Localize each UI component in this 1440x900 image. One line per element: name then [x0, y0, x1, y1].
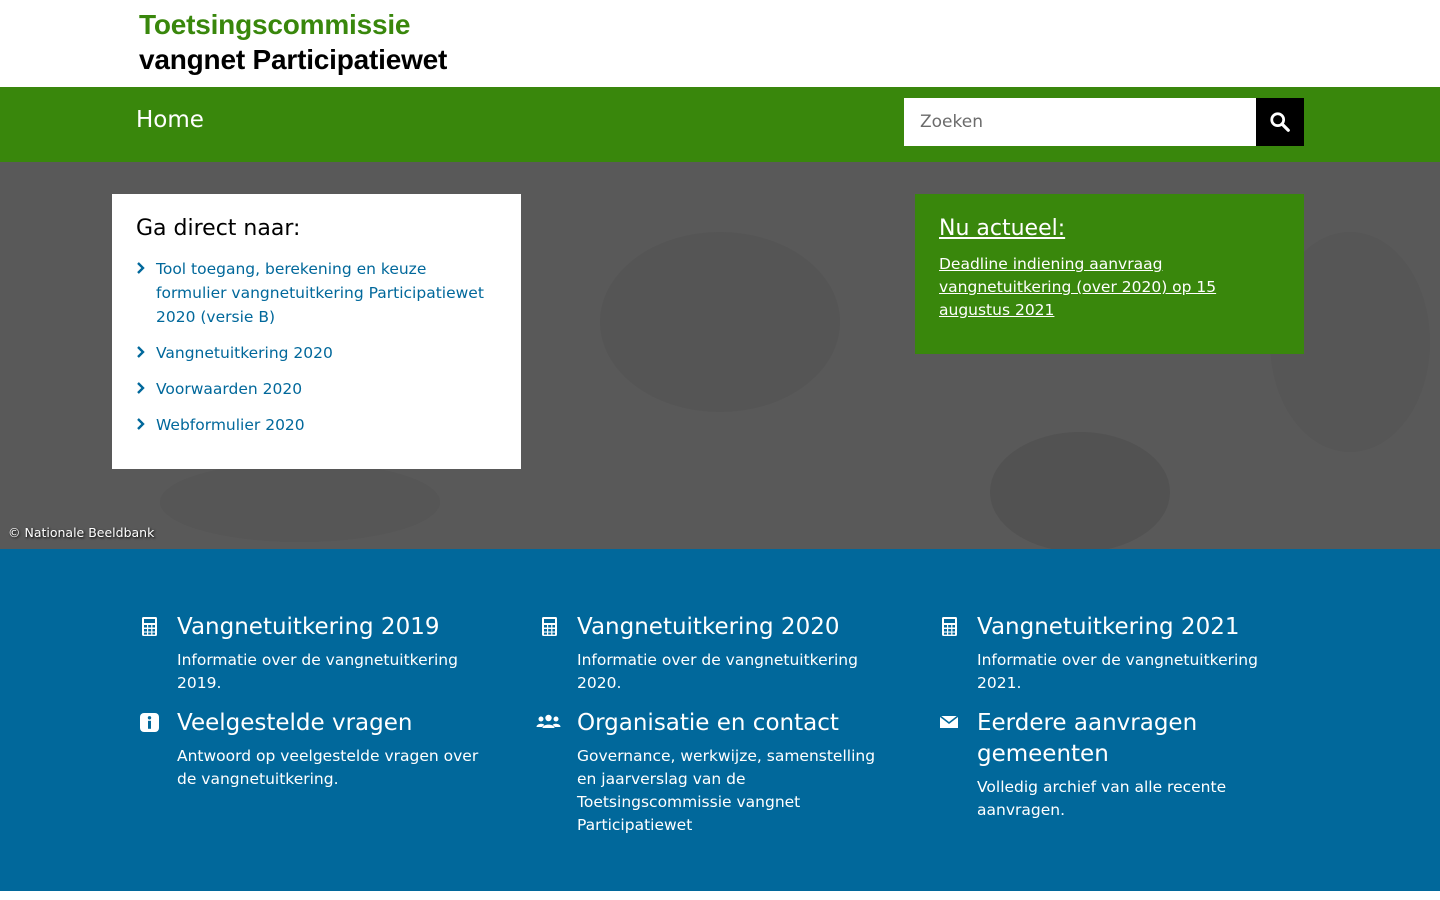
- direct-link-voorwaarden[interactable]: Voorwaarden 2020: [156, 377, 302, 401]
- chevron-right-icon: [136, 341, 156, 363]
- news-title[interactable]: Nu actueel:: [939, 216, 1280, 241]
- topic-tiles: Vangnetuitkering 2019 Informatie over de…: [0, 549, 1440, 891]
- main-navigation: Home: [0, 87, 1440, 162]
- search-form: [904, 98, 1304, 146]
- envelope-icon: [939, 715, 959, 728]
- list-item: Webformulier 2020: [136, 413, 497, 437]
- logo-title-line1: Toetsingscommissie: [139, 9, 411, 40]
- tile-title[interactable]: Eerdere aanvragen gemeenten: [977, 708, 1279, 770]
- tile-description: Informatie over de vangnetuitkering 2021…: [977, 651, 1258, 692]
- site-header: Toetsingscommissie vangnet Participatiew…: [0, 0, 1440, 87]
- info-icon: [140, 713, 159, 732]
- direct-link-tool[interactable]: Tool toegang, berekening en keuze formul…: [156, 257, 497, 329]
- tile-vangnetuitkering-2021[interactable]: Vangnetuitkering 2021 Informatie over de…: [939, 612, 1279, 695]
- tile-title[interactable]: Vangnetuitkering 2021: [977, 612, 1279, 643]
- footer-strip: [0, 891, 1440, 900]
- people-icon: [536, 714, 561, 728]
- tile-description: Informatie over de vangnetuitkering 2019…: [177, 651, 458, 692]
- tile-title[interactable]: Veelgestelde vragen: [177, 708, 479, 739]
- direct-links-panel: Ga direct naar: Tool toegang, berekening…: [112, 194, 521, 469]
- tile-organisatie-contact[interactable]: Organisatie en contact Governance, werkw…: [536, 708, 876, 837]
- chevron-right-icon: [136, 413, 156, 435]
- search-button[interactable]: [1256, 98, 1304, 146]
- tile-eerdere-aanvragen[interactable]: Eerdere aanvragen gemeenten Volledig arc…: [939, 708, 1279, 822]
- tile-vangnetuitkering-2019[interactable]: Vangnetuitkering 2019 Informatie over de…: [139, 612, 479, 695]
- direct-link-vangnetuitkering[interactable]: Vangnetuitkering 2020: [156, 341, 333, 365]
- logo-title-line2: vangnet Participatiewet: [139, 44, 448, 75]
- chevron-right-icon: [136, 377, 156, 399]
- chevron-right-icon: [136, 257, 156, 279]
- tile-description: Informatie over de vangnetuitkering 2020…: [577, 651, 858, 692]
- list-item: Vangnetuitkering 2020: [136, 341, 497, 365]
- calculator-icon: [142, 617, 157, 636]
- news-link[interactable]: Deadline indiening aanvraag vangnetuitke…: [939, 255, 1216, 319]
- search-icon: [1270, 112, 1290, 132]
- search-input[interactable]: [904, 98, 1256, 146]
- calculator-icon: [942, 617, 957, 636]
- tile-description: Antwoord op veelgestelde vragen over de …: [177, 747, 479, 788]
- news-panel: Nu actueel: Deadline indiening aanvraag …: [915, 194, 1304, 354]
- direct-link-webformulier[interactable]: Webformulier 2020: [156, 413, 305, 437]
- tile-veelgestelde-vragen[interactable]: Veelgestelde vragen Antwoord op veelgest…: [139, 708, 479, 791]
- tile-description: Volledig archief van alle recente aanvra…: [977, 778, 1227, 819]
- image-credit: © Nationale Beeldbank: [8, 525, 155, 540]
- hero-banner: Ga direct naar: Tool toegang, berekening…: [0, 162, 1440, 549]
- tile-title[interactable]: Organisatie en contact: [577, 708, 876, 739]
- tile-vangnetuitkering-2020[interactable]: Vangnetuitkering 2020 Informatie over de…: [539, 612, 879, 695]
- nav-home-link[interactable]: Home: [136, 107, 204, 133]
- tile-title[interactable]: Vangnetuitkering 2019: [177, 612, 479, 643]
- direct-links-list: Tool toegang, berekening en keuze formul…: [136, 257, 497, 437]
- calculator-icon: [542, 617, 557, 636]
- list-item: Tool toegang, berekening en keuze formul…: [136, 257, 497, 329]
- site-logo[interactable]: Toetsingscommissie vangnet Participatiew…: [139, 8, 447, 78]
- tile-description: Governance, werkwijze, samenstelling en …: [577, 747, 876, 834]
- tile-title[interactable]: Vangnetuitkering 2020: [577, 612, 879, 643]
- direct-links-title: Ga direct naar:: [136, 216, 301, 241]
- list-item: Voorwaarden 2020: [136, 377, 497, 401]
